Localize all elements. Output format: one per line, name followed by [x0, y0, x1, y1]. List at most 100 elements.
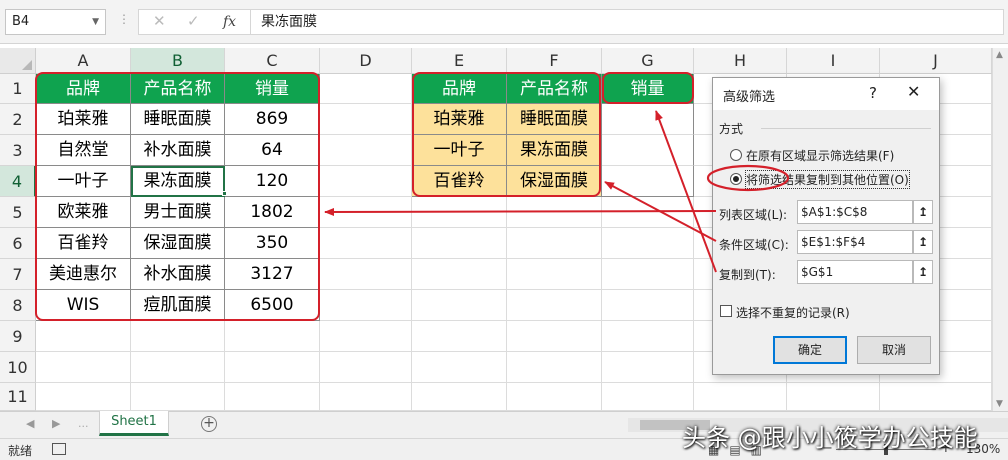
grid-cell[interactable] — [225, 321, 320, 352]
grid-cell[interactable] — [602, 352, 694, 383]
select-all-corner[interactable] — [0, 48, 36, 74]
grid-cell[interactable] — [602, 228, 694, 259]
grid-cell[interactable] — [602, 383, 694, 411]
fx-icon[interactable]: fx — [223, 14, 236, 30]
grid-cell[interactable] — [320, 352, 412, 383]
row-header[interactable]: 10 — [0, 352, 36, 383]
grid-cell[interactable] — [602, 197, 694, 228]
source-data-cell[interactable]: 补水面膜 — [131, 259, 225, 290]
grid-cell[interactable] — [412, 228, 507, 259]
source-data-cell[interactable]: 64 — [225, 135, 320, 166]
source-header-cell[interactable]: 品牌 — [36, 74, 131, 104]
grid-cell[interactable] — [880, 383, 992, 411]
output-empty-cell[interactable] — [602, 135, 694, 166]
scroll-down-icon[interactable]: ▼ — [996, 399, 1003, 409]
grid-cell[interactable] — [694, 383, 787, 411]
source-data-cell[interactable]: 869 — [225, 104, 320, 135]
name-box[interactable]: B4 ▼ — [5, 9, 106, 35]
grid-cell[interactable] — [412, 352, 507, 383]
check-icon[interactable]: ✓ — [187, 12, 200, 30]
column-header[interactable]: B — [131, 48, 225, 74]
grid-cell[interactable] — [412, 259, 507, 290]
grid-cell[interactable] — [602, 259, 694, 290]
next-sheet-icon[interactable]: ▶ — [52, 417, 60, 430]
row-header[interactable]: 5 — [0, 197, 36, 228]
prev-sheet-icon[interactable]: ◀ — [26, 417, 34, 430]
formula-input[interactable]: 果冻面膜 — [250, 9, 1004, 35]
output-empty-cell[interactable] — [602, 104, 694, 135]
source-data-cell[interactable]: 350 — [225, 228, 320, 259]
source-data-cell[interactable]: 珀莱雅 — [36, 104, 131, 135]
unique-records-label[interactable]: 选择不重复的记录(R) — [736, 304, 850, 321]
output-header-cell[interactable]: 销量 — [602, 74, 694, 104]
list-range-input[interactable]: $A$1:$C$8 — [797, 200, 913, 224]
column-header[interactable]: A — [36, 48, 131, 74]
grid-cell[interactable] — [412, 321, 507, 352]
criteria-data-cell[interactable]: 果冻面膜 — [507, 135, 602, 166]
sheet-tab-sheet1[interactable]: Sheet1 — [99, 411, 169, 436]
grid-cell[interactable] — [320, 104, 412, 135]
source-data-cell[interactable]: 120 — [225, 166, 320, 197]
grid-cell[interactable] — [131, 321, 225, 352]
column-header[interactable]: D — [320, 48, 412, 74]
grid-cell[interactable] — [320, 259, 412, 290]
source-data-cell[interactable]: 痘肌面膜 — [131, 290, 225, 321]
row-header[interactable]: 11 — [0, 383, 36, 411]
row-header[interactable]: 8 — [0, 290, 36, 321]
column-header[interactable]: E — [412, 48, 507, 74]
criteria-data-cell[interactable]: 珀莱雅 — [412, 104, 507, 135]
row-header[interactable]: 6 — [0, 228, 36, 259]
grid-cell[interactable] — [412, 197, 507, 228]
criteria-header-cell[interactable]: 品牌 — [412, 74, 507, 104]
source-data-cell[interactable]: 美迪惠尔 — [36, 259, 131, 290]
source-data-cell[interactable]: 百雀羚 — [36, 228, 131, 259]
grid-cell[interactable] — [507, 383, 602, 411]
column-header[interactable]: H — [694, 48, 787, 74]
grid-cell[interactable] — [225, 352, 320, 383]
grid-cell[interactable] — [320, 166, 412, 197]
ok-button[interactable]: 确定 — [773, 336, 847, 364]
scroll-up-icon[interactable]: ▲ — [996, 50, 1003, 60]
copy-to-input[interactable]: $G$1 — [797, 260, 913, 284]
grid-cell[interactable] — [320, 290, 412, 321]
grid-cell[interactable] — [320, 74, 412, 104]
source-data-cell[interactable]: 补水面膜 — [131, 135, 225, 166]
source-data-cell[interactable]: 男士面膜 — [131, 197, 225, 228]
grid-cell[interactable] — [507, 290, 602, 321]
grid-cell[interactable] — [507, 352, 602, 383]
radio-copy-to[interactable] — [730, 173, 742, 185]
grid-cell[interactable] — [320, 135, 412, 166]
close-icon[interactable]: ✕ — [907, 82, 920, 101]
source-data-cell[interactable]: 3127 — [225, 259, 320, 290]
criteria-data-cell[interactable]: 保湿面膜 — [507, 166, 602, 197]
row-header[interactable]: 9 — [0, 321, 36, 352]
grid-cell[interactable] — [320, 383, 412, 411]
column-header[interactable]: C — [225, 48, 320, 74]
source-data-cell[interactable]: 睡眠面膜 — [131, 104, 225, 135]
plus-circle-icon[interactable]: + — [201, 416, 217, 432]
grid-cell[interactable] — [36, 352, 131, 383]
source-data-cell[interactable]: 保湿面膜 — [131, 228, 225, 259]
vertical-scrollbar[interactable]: ▲ ▼ — [992, 48, 1008, 411]
radio-in-place-label[interactable]: 在原有区域显示筛选结果(F) — [746, 147, 894, 164]
collapse-dialog-icon[interactable]: ↥ — [913, 230, 933, 254]
unique-records-checkbox[interactable] — [720, 305, 732, 317]
column-header[interactable]: J — [880, 48, 992, 74]
grid-cell[interactable] — [412, 383, 507, 411]
grid-cell[interactable] — [412, 290, 507, 321]
source-data-cell[interactable]: 自然堂 — [36, 135, 131, 166]
grid-cell[interactable] — [131, 352, 225, 383]
row-header[interactable]: 3 — [0, 135, 36, 166]
grid-cell[interactable] — [602, 321, 694, 352]
row-header[interactable]: 2 — [0, 104, 36, 135]
grid-cell[interactable] — [507, 197, 602, 228]
source-data-cell[interactable]: 6500 — [225, 290, 320, 321]
grid-cell[interactable] — [507, 321, 602, 352]
source-data-cell[interactable]: WIS — [36, 290, 131, 321]
cell-mode-icon[interactable] — [52, 443, 66, 455]
source-data-cell[interactable]: 1802 — [225, 197, 320, 228]
criteria-data-cell[interactable]: 百雀羚 — [412, 166, 507, 197]
grid-cell[interactable] — [36, 321, 131, 352]
grid-cell[interactable] — [320, 228, 412, 259]
row-header[interactable]: 7 — [0, 259, 36, 290]
